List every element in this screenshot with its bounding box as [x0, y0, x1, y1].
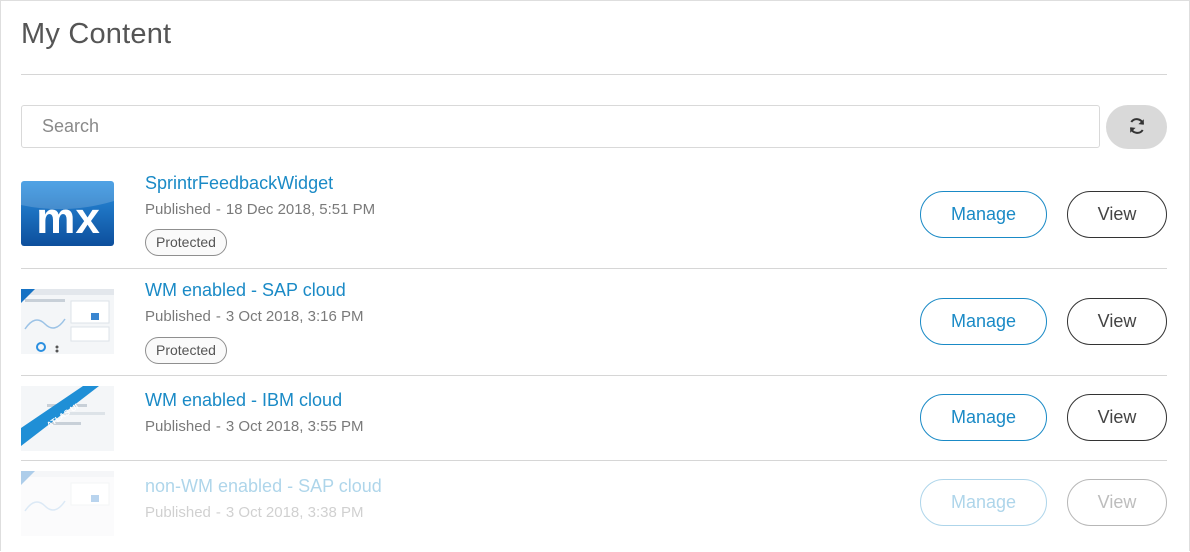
my-content-panel: My Content mx [0, 0, 1190, 551]
item-name[interactable]: WM enabled - SAP cloud [145, 280, 346, 301]
search-input[interactable] [21, 105, 1100, 148]
protected-badge: Protected [145, 337, 227, 364]
item-name[interactable]: SprintrFeedbackWidget [145, 173, 333, 194]
item-status: Published [145, 201, 211, 218]
item-meta: Published -3 Oct 2018, 3:55 PM [145, 418, 364, 435]
refresh-icon [1127, 116, 1147, 139]
item-date: 3 Oct 2018, 3:16 PM [225, 308, 364, 325]
list-item: non-WM enabled - SAP cloud Published -3 O… [21, 461, 1167, 552]
manage-button[interactable]: Manage [920, 298, 1047, 345]
page-title: My Content [21, 18, 172, 50]
manage-button[interactable]: Manage [920, 191, 1047, 238]
item-name[interactable]: non-WM enabled - SAP cloud [145, 476, 382, 497]
thumbnail-mx-logo: mx [21, 181, 114, 246]
view-button[interactable]: View [1067, 394, 1167, 441]
item-name[interactable]: WM enabled - IBM cloud [145, 390, 342, 411]
thumbnail-app-screenshot [21, 289, 114, 354]
item-date: 18 Dec 2018, 5:51 PM [225, 201, 376, 218]
title-divider [21, 74, 1167, 75]
manage-button[interactable]: Manage [920, 479, 1047, 526]
item-meta: Published -3 Oct 2018, 3:38 PM [145, 504, 364, 521]
item-status: Published [145, 418, 211, 435]
thumbnail-app-screenshot [21, 471, 114, 536]
view-button[interactable]: View [1067, 191, 1167, 238]
list-item: WM enabled - SAP cloud Published -3 Oct 2… [21, 269, 1167, 376]
item-meta: Published -3 Oct 2018, 3:16 PM [145, 308, 364, 325]
refresh-button[interactable] [1106, 105, 1167, 149]
item-status: Published [145, 504, 211, 521]
thumbnail-atlas-ui: ATLAS UI [21, 386, 114, 451]
view-button[interactable]: View [1067, 479, 1167, 526]
view-button[interactable]: View [1067, 298, 1167, 345]
item-date: 3 Oct 2018, 3:55 PM [225, 418, 364, 435]
item-meta: Published -18 Dec 2018, 5:51 PM [145, 201, 376, 218]
svg-text:mx: mx [36, 194, 100, 243]
item-date: 3 Oct 2018, 3:38 PM [225, 504, 364, 521]
protected-badge: Protected [145, 229, 227, 256]
list-item: mx SprintrFeedbackWidget Published -18 De… [21, 161, 1167, 269]
item-status: Published [145, 308, 211, 325]
list-item: ATLAS UI WM enabled - IBM cloud Publishe… [21, 376, 1167, 461]
manage-button[interactable]: Manage [920, 394, 1047, 441]
